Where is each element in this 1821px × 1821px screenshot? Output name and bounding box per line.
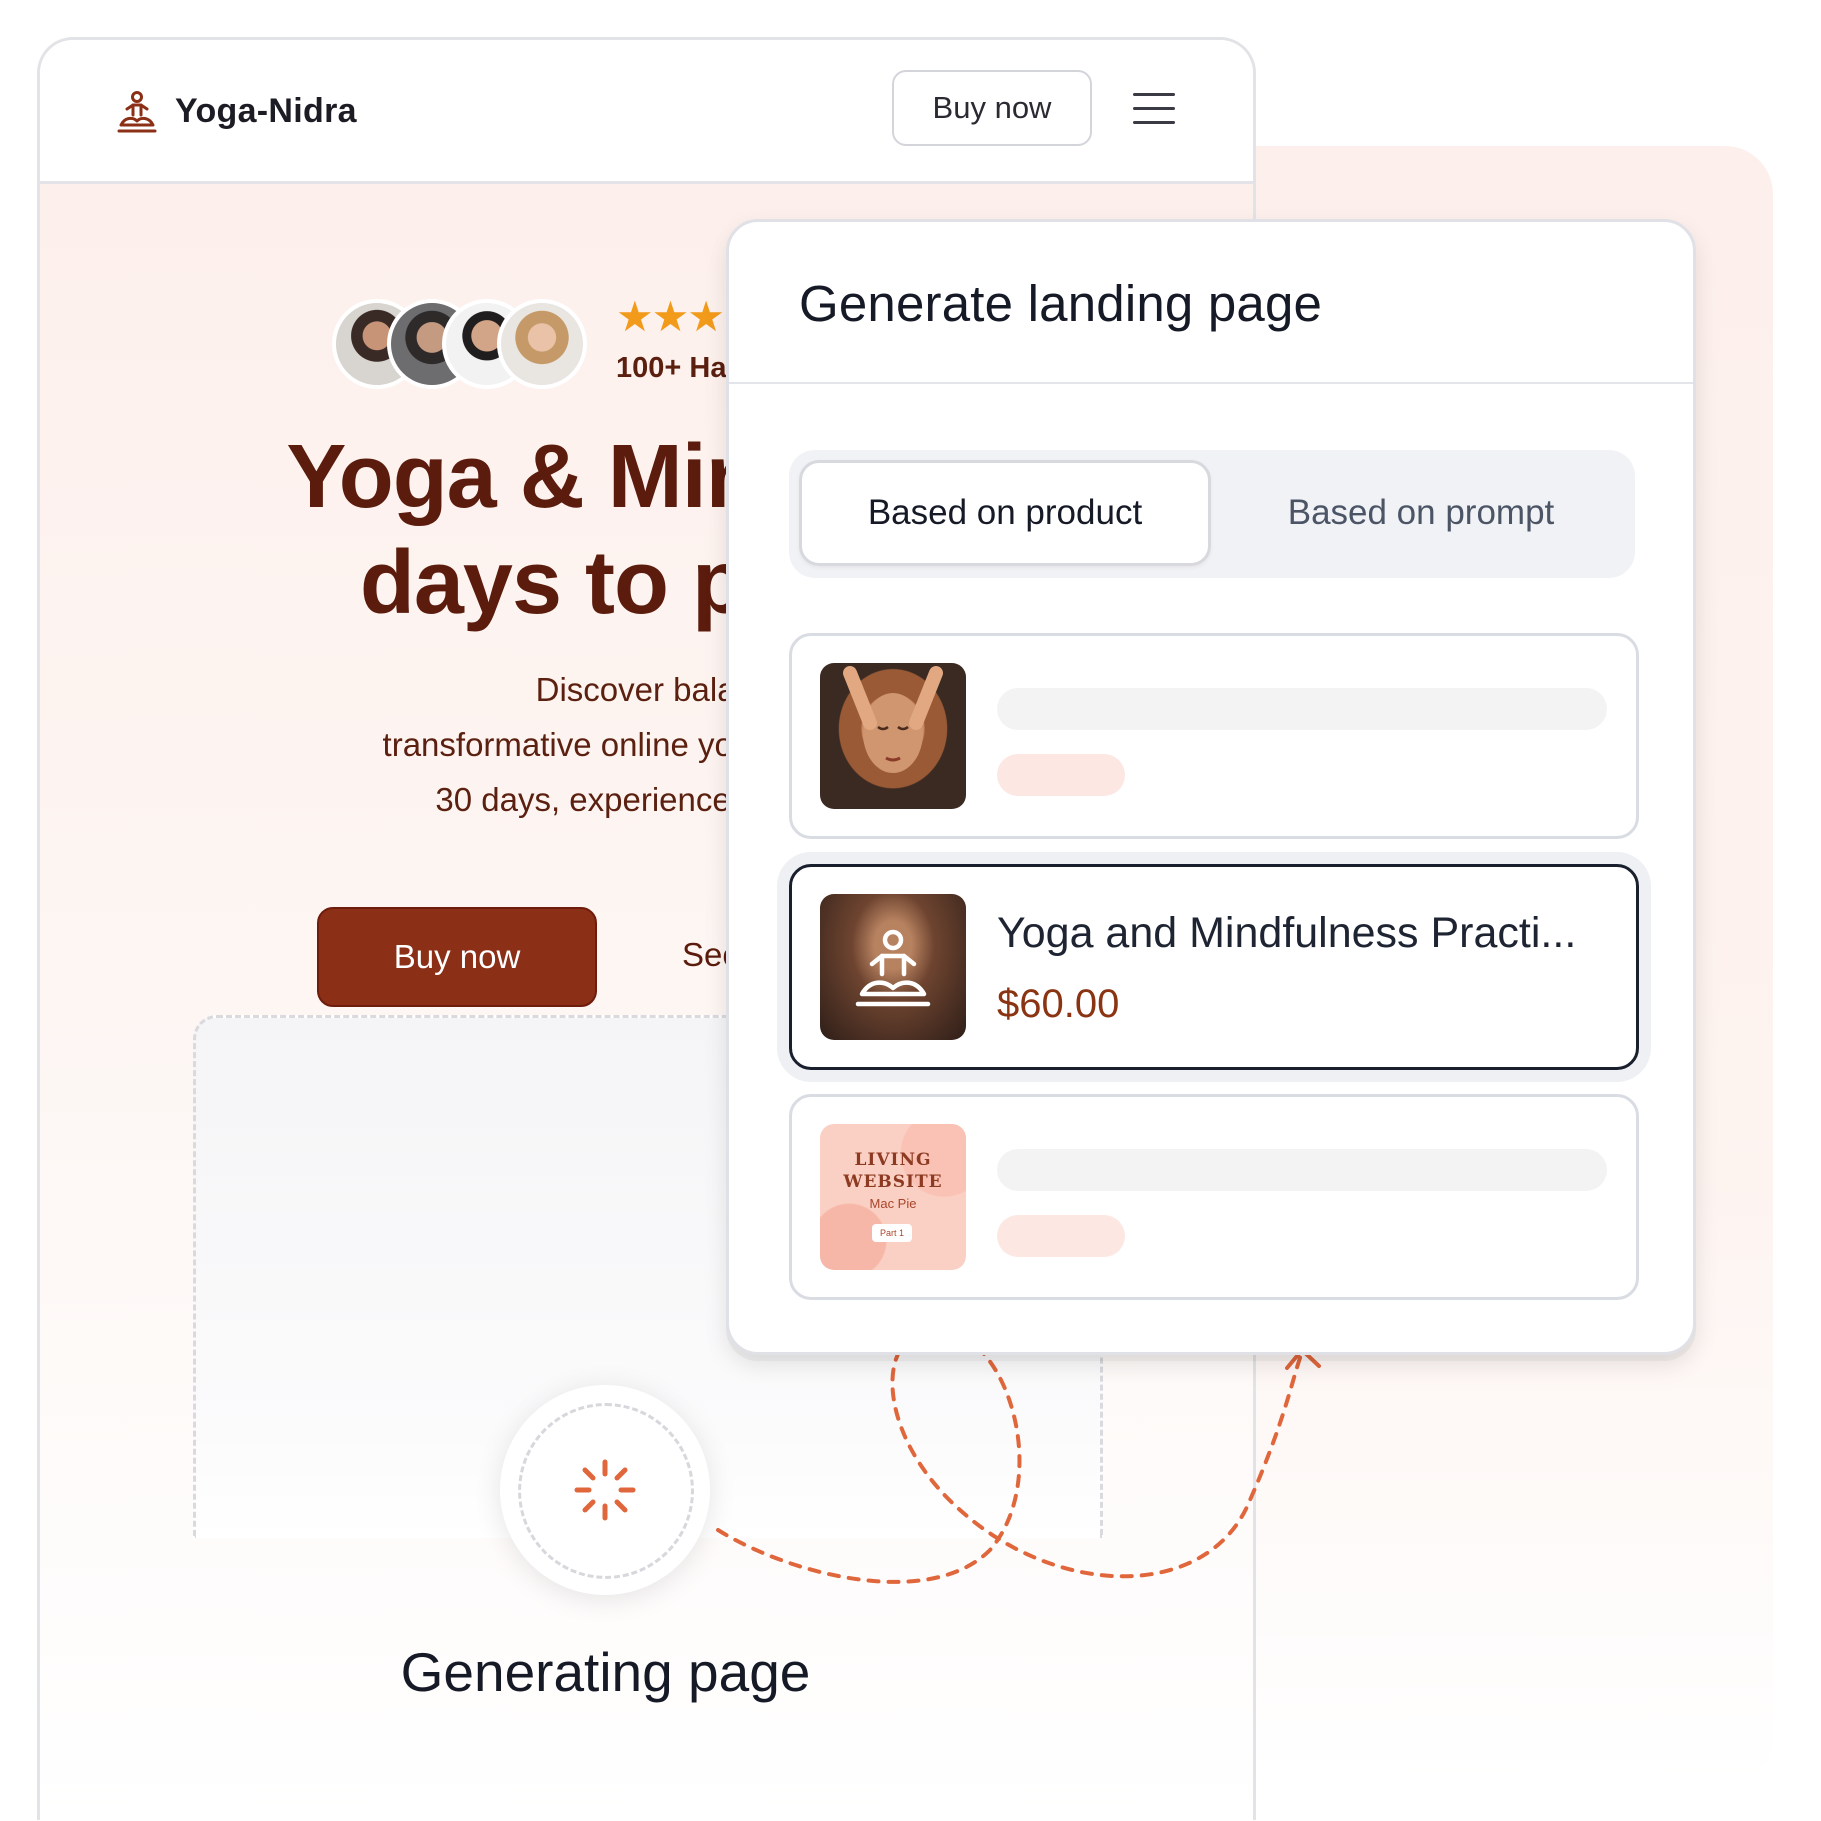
tab-based-on-prompt[interactable]: Based on prompt bbox=[1215, 460, 1627, 566]
product-card-selected[interactable]: Yoga and Mindfulness Practi... $60.00 bbox=[789, 864, 1639, 1070]
product-card[interactable]: LIVING WEBSITE Mac Pie Part 1 bbox=[789, 1094, 1639, 1300]
generating-status: Generating page bbox=[400, 1641, 811, 1703]
generate-panel: Generate landing page Based on product B… bbox=[726, 219, 1696, 1355]
skeleton-line bbox=[997, 1149, 1607, 1191]
product-price: $60.00 bbox=[997, 982, 1120, 1026]
product-thumbnail bbox=[820, 894, 966, 1040]
skeleton-line bbox=[997, 688, 1607, 730]
meditation-icon bbox=[855, 929, 931, 1007]
thumb-badge: Part 1 bbox=[872, 1224, 912, 1242]
product-thumbnail: LIVING WEBSITE Mac Pie Part 1 bbox=[820, 1124, 966, 1270]
tab-based-on-product[interactable]: Based on product bbox=[799, 460, 1211, 566]
product-thumbnail bbox=[820, 663, 966, 809]
product-name: Yoga and Mindfulness Practi... bbox=[997, 909, 1577, 957]
panel-title: Generate landing page bbox=[799, 275, 1323, 332]
thumb-title-line: WEBSITE bbox=[843, 1172, 943, 1192]
thumb-author: Mac Pie bbox=[869, 1196, 917, 1211]
spinner-icon bbox=[574, 1459, 636, 1521]
source-tabs: Based on product Based on prompt bbox=[789, 450, 1635, 578]
thumb-title-line: LIVING bbox=[854, 1150, 932, 1170]
skeleton-price bbox=[997, 1215, 1125, 1257]
face-image bbox=[843, 666, 943, 773]
loading-spinner bbox=[500, 1385, 710, 1595]
skeleton-price bbox=[997, 754, 1125, 796]
product-card[interactable] bbox=[789, 633, 1639, 839]
divider bbox=[729, 382, 1693, 384]
